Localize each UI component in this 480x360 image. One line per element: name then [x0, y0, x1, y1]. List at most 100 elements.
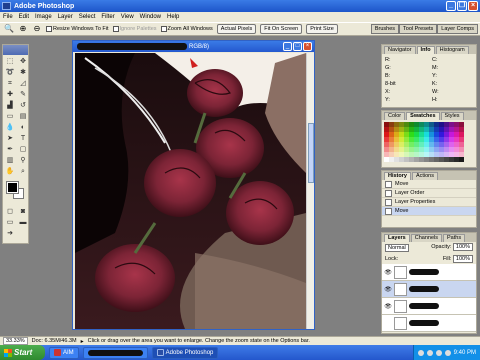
- layer-row[interactable]: 👁: [382, 264, 476, 281]
- history-item-current[interactable]: Move: [382, 207, 476, 216]
- layer-row[interactable]: [382, 315, 476, 332]
- adobe-feather-icon[interactable]: [3, 45, 28, 55]
- tray-icon[interactable]: [444, 349, 451, 356]
- eyedropper-tool-icon[interactable]: ⚲: [17, 156, 29, 166]
- tray-icon[interactable]: [426, 349, 433, 356]
- well-tab-tool-presets[interactable]: Tool Presets: [399, 24, 438, 34]
- brush-tool-icon[interactable]: ✎: [17, 90, 29, 100]
- blur-tool-icon[interactable]: 💧: [4, 123, 16, 133]
- resize-windows-checkbox[interactable]: Resize Windows To Fit: [46, 26, 109, 32]
- menu-window[interactable]: Window: [140, 14, 161, 20]
- tab-info[interactable]: Info: [416, 46, 435, 54]
- menu-help[interactable]: Help: [167, 14, 179, 20]
- layer-row[interactable]: 👁: [382, 298, 476, 315]
- doc-maximize-button[interactable]: □: [293, 42, 302, 51]
- doc-size-readout[interactable]: Doc: 6.35M/46.3M: [32, 338, 77, 344]
- document-canvas[interactable]: [75, 53, 306, 329]
- aim-icon: [54, 349, 61, 356]
- menu-edit[interactable]: Edit: [19, 14, 29, 20]
- crop-tool-icon[interactable]: ⌗: [4, 79, 16, 89]
- history-item[interactable]: Move: [382, 180, 476, 189]
- swatch[interactable]: [459, 157, 464, 162]
- menu-file[interactable]: File: [3, 14, 13, 20]
- pen-tool-icon[interactable]: ✒: [4, 145, 16, 155]
- tray-icon[interactable]: [417, 349, 424, 356]
- foreground-color[interactable]: [6, 181, 19, 194]
- jump-to-imageready-icon[interactable]: ➜: [4, 229, 16, 239]
- well-tab-brushes[interactable]: Brushes: [370, 24, 400, 34]
- blend-mode-select[interactable]: Normal: [385, 244, 409, 252]
- standard-mode-icon[interactable]: ◻: [4, 207, 16, 217]
- tab-styles[interactable]: Styles: [440, 112, 464, 120]
- restore-button[interactable]: ❐: [457, 1, 467, 11]
- zoom-tool-icon[interactable]: 🔍: [4, 24, 14, 34]
- type-tool-icon[interactable]: T: [17, 134, 29, 144]
- tab-navigator[interactable]: Navigator: [384, 46, 416, 54]
- menu-layer[interactable]: Layer: [58, 14, 73, 20]
- tab-color[interactable]: Color: [384, 112, 406, 120]
- notes-tool-icon[interactable]: ▥: [4, 156, 16, 166]
- tab-paths[interactable]: Paths: [443, 234, 466, 242]
- quick-mask-icon[interactable]: ◙: [17, 207, 29, 217]
- zoom-out-icon[interactable]: ⊖: [32, 24, 42, 34]
- print-size-button[interactable]: Print Size: [306, 24, 338, 34]
- dodge-tool-icon[interactable]: ◐: [17, 123, 29, 133]
- screen-mode-standard-icon[interactable]: ▭: [4, 218, 16, 228]
- history-item[interactable]: Layer Properties: [382, 198, 476, 207]
- swatch-grid[interactable]: [382, 120, 476, 164]
- menu-view[interactable]: View: [121, 14, 134, 20]
- start-button[interactable]: Start: [0, 345, 45, 360]
- history-brush-tool-icon[interactable]: ↺: [17, 101, 29, 111]
- well-tab-layer-comps[interactable]: Layer Comps: [437, 24, 478, 34]
- taskbar-redacted[interactable]: [82, 346, 148, 359]
- tab-actions[interactable]: Actions: [411, 172, 438, 180]
- taskbar-aim[interactable]: AIM: [49, 346, 79, 359]
- screen-mode-full-icon[interactable]: ▬: [17, 218, 29, 228]
- close-button[interactable]: ×: [468, 1, 478, 11]
- tab-swatches[interactable]: Swatches: [406, 112, 440, 120]
- tab-layers[interactable]: Layers: [384, 234, 410, 242]
- move-tool-icon[interactable]: ✥: [17, 57, 29, 67]
- clock[interactable]: 9:40 PM: [454, 350, 476, 356]
- status-bar: 33.33% Doc: 6.35M/46.3M ▸ Click or drag …: [0, 336, 480, 345]
- doc-minimize-button[interactable]: _: [283, 42, 292, 51]
- zoom-level-field[interactable]: 33.33%: [3, 337, 28, 345]
- shape-tool-icon[interactable]: ▢: [17, 145, 29, 155]
- slice-tool-icon[interactable]: ◿: [17, 79, 29, 89]
- actual-pixels-button[interactable]: Actual Pixels: [216, 24, 257, 34]
- eye-icon[interactable]: 👁: [384, 286, 392, 293]
- history-item[interactable]: Layer Order: [382, 189, 476, 198]
- zoom-tool-icon[interactable]: ⌕: [17, 167, 29, 177]
- healing-brush-tool-icon[interactable]: ✚: [4, 90, 16, 100]
- eye-icon[interactable]: 👁: [384, 303, 392, 310]
- clone-stamp-tool-icon[interactable]: ▟: [4, 101, 16, 111]
- magic-wand-tool-icon[interactable]: ✱: [17, 68, 29, 78]
- zoom-all-windows-checkbox[interactable]: Zoom All Windows: [160, 26, 213, 32]
- marquee-tool-icon[interactable]: ⬚: [4, 57, 16, 67]
- opacity-field[interactable]: 100%: [452, 243, 473, 251]
- fit-on-screen-button[interactable]: Fit On Screen: [260, 24, 303, 34]
- eraser-tool-icon[interactable]: ▭: [4, 112, 16, 122]
- doc-close-button[interactable]: ×: [303, 42, 312, 51]
- gradient-tool-icon[interactable]: ▤: [17, 112, 29, 122]
- tab-channels[interactable]: Channels: [410, 234, 442, 242]
- path-selection-tool-icon[interactable]: ➤: [4, 134, 16, 144]
- eye-icon[interactable]: 👁: [384, 269, 392, 276]
- history-state-icon: [385, 189, 392, 197]
- scrollbar-thumb[interactable]: [308, 123, 314, 183]
- taskbar-photoshop[interactable]: Adobe Photoshop: [151, 346, 219, 359]
- tray-icon[interactable]: [435, 349, 442, 356]
- status-menu-arrow-icon[interactable]: ▸: [81, 338, 84, 345]
- fill-field[interactable]: 100%: [452, 255, 473, 263]
- tab-histogram[interactable]: Histogram: [435, 46, 469, 54]
- menu-filter[interactable]: Filter: [101, 14, 114, 20]
- zoom-in-icon[interactable]: ⊕: [18, 24, 28, 34]
- document-vertical-scrollbar[interactable]: [306, 53, 314, 329]
- layer-row-selected[interactable]: 👁: [382, 281, 476, 298]
- minimize-button[interactable]: _: [446, 1, 456, 11]
- menu-select[interactable]: Select: [79, 14, 96, 20]
- menu-image[interactable]: Image: [35, 14, 52, 20]
- lasso-tool-icon[interactable]: ➰: [4, 68, 16, 78]
- hand-tool-icon[interactable]: ✋: [4, 167, 16, 177]
- tab-history[interactable]: History: [384, 172, 411, 180]
